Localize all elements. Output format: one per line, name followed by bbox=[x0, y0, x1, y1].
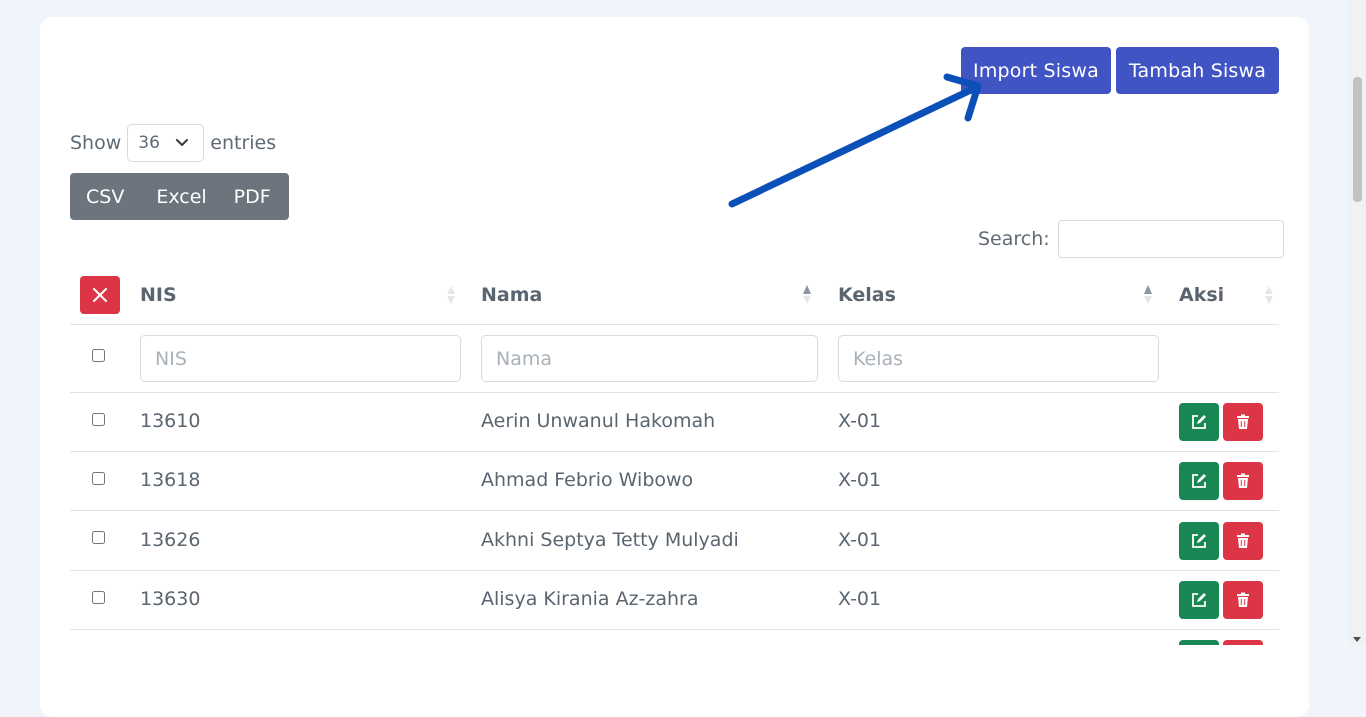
row-checkbox[interactable] bbox=[92, 531, 105, 544]
search-box: Search: bbox=[978, 220, 1284, 258]
search-input[interactable] bbox=[1057, 220, 1284, 258]
cell-nama: Aerin Unwanul Hakomah bbox=[481, 410, 716, 432]
import-siswa-button[interactable]: Import Siswa bbox=[961, 47, 1111, 94]
sort-asc-icon bbox=[1144, 285, 1152, 304]
excel-button[interactable]: Excel bbox=[156, 186, 206, 208]
csv-button[interactable]: CSV bbox=[86, 186, 124, 208]
cell-nis: 13630 bbox=[140, 588, 201, 610]
select-all-checkbox[interactable] bbox=[92, 349, 105, 362]
row-divider bbox=[70, 510, 1279, 511]
delete-button[interactable] bbox=[1223, 640, 1263, 645]
pdf-button[interactable]: PDF bbox=[234, 186, 271, 208]
delete-button[interactable] bbox=[1223, 462, 1263, 500]
edit-icon bbox=[1192, 534, 1206, 548]
entries-length: Show 36 entries bbox=[70, 124, 276, 162]
column-header-nama[interactable]: Nama bbox=[481, 284, 542, 306]
sort-icon bbox=[1265, 286, 1273, 304]
entries-label: entries bbox=[210, 132, 277, 154]
scrollbar-thumb[interactable] bbox=[1353, 77, 1362, 202]
edit-button[interactable] bbox=[1179, 462, 1219, 500]
entries-select-value: 36 bbox=[138, 133, 160, 153]
column-header-kelas[interactable]: Kelas bbox=[838, 284, 896, 306]
edit-icon bbox=[1192, 415, 1206, 429]
sort-asc-icon bbox=[803, 285, 811, 304]
edit-icon bbox=[1192, 474, 1206, 488]
vertical-scrollbar[interactable] bbox=[1349, 0, 1366, 645]
edit-button[interactable] bbox=[1179, 581, 1219, 619]
row-checkbox[interactable] bbox=[92, 472, 105, 485]
cell-nis: 13610 bbox=[140, 410, 201, 432]
trash-icon bbox=[1237, 592, 1249, 607]
delete-button[interactable] bbox=[1223, 581, 1263, 619]
edit-button[interactable] bbox=[1179, 403, 1219, 441]
entries-select[interactable]: 36 bbox=[127, 124, 205, 162]
close-icon bbox=[93, 288, 107, 302]
trash-icon bbox=[1237, 473, 1249, 488]
cell-nis: 13626 bbox=[140, 529, 201, 551]
header-divider bbox=[70, 324, 1279, 325]
trash-icon bbox=[1237, 533, 1249, 548]
cell-nis: 13618 bbox=[140, 469, 201, 491]
cell-nama: Alisya Kirania Az-zahra bbox=[481, 588, 699, 610]
search-label: Search: bbox=[978, 228, 1050, 250]
cell-kelas: X-01 bbox=[838, 588, 882, 610]
delete-button[interactable] bbox=[1223, 522, 1263, 560]
row-checkbox[interactable] bbox=[92, 591, 105, 604]
cell-nama: Ahmad Febrio Wibowo bbox=[481, 469, 694, 491]
chevron-down-icon bbox=[176, 139, 189, 146]
cell-kelas: X-01 bbox=[838, 529, 882, 551]
row-divider bbox=[70, 451, 1279, 452]
tambah-siswa-button[interactable]: Tambah Siswa bbox=[1116, 47, 1279, 94]
show-label: Show bbox=[70, 132, 122, 154]
scroll-down-arrow-icon[interactable] bbox=[1353, 637, 1361, 642]
row-divider bbox=[70, 629, 1279, 630]
delete-button[interactable] bbox=[1223, 403, 1263, 441]
delete-selected-button[interactable] bbox=[80, 276, 120, 314]
edit-icon bbox=[1192, 593, 1206, 607]
edit-button[interactable] bbox=[1179, 522, 1219, 560]
cell-nama: Akhni Septya Tetty Mulyadi bbox=[481, 529, 739, 551]
cell-kelas: X-01 bbox=[838, 410, 882, 432]
filter-nama-input[interactable] bbox=[481, 335, 818, 382]
export-button-group: CSV Excel PDF bbox=[70, 173, 289, 220]
column-header-aksi[interactable]: Aksi bbox=[1179, 284, 1224, 306]
column-header-nis[interactable]: NIS bbox=[140, 284, 177, 306]
filter-nis-input[interactable] bbox=[140, 335, 461, 382]
filter-divider bbox=[70, 392, 1279, 393]
edit-button[interactable] bbox=[1179, 640, 1219, 645]
filter-kelas-input[interactable] bbox=[838, 335, 1159, 382]
sort-icon bbox=[447, 286, 455, 304]
row-divider bbox=[70, 570, 1279, 571]
cell-kelas: X-01 bbox=[838, 469, 882, 491]
row-checkbox[interactable] bbox=[92, 413, 105, 426]
trash-icon bbox=[1237, 414, 1249, 429]
